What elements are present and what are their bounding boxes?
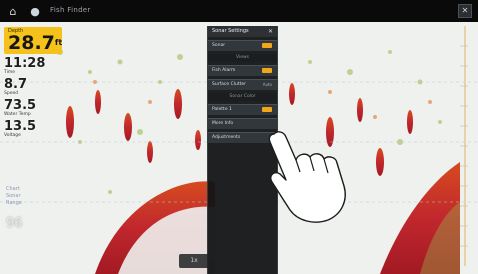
menu-item-value: Auto	[262, 82, 272, 87]
menu-item-surface-clutter[interactable]: Surface Clutter Auto	[208, 79, 277, 90]
range-line: Chart	[6, 186, 20, 192]
menu-item-label: More Info	[212, 121, 234, 126]
menu-item-label: Palette 1	[212, 107, 232, 112]
toggle-switch[interactable]	[262, 107, 272, 112]
top-bar: ⌂ ● Fish Finder ✕	[0, 0, 478, 22]
menu-section-color: Sonar Color	[208, 93, 277, 101]
menu-item-label: Sonar	[212, 43, 226, 48]
menu-section-views: Views	[208, 54, 277, 62]
time-readout: 11:28 Time	[4, 57, 62, 75]
voltage-value: 13.5	[4, 119, 37, 134]
depth-value: 28.7ft	[8, 32, 63, 54]
hand-pointer-icon	[268, 131, 346, 223]
depth-scale-ticks	[460, 45, 468, 247]
menu-item-fish-alarm[interactable]: Fish Alarm	[208, 65, 277, 76]
bottom-depth: 96	[6, 216, 23, 231]
data-overlay: Depth 28.7ft 11:28 Time 8.7 Speed 73.5 W…	[4, 27, 62, 138]
app-title: Fish Finder	[50, 6, 91, 14]
home-icon[interactable]: ⌂	[6, 4, 20, 18]
menu-item-sonar[interactable]: Sonar	[208, 40, 277, 51]
close-icon[interactable]: ✕	[458, 4, 472, 18]
time-value: 11:28	[4, 56, 46, 71]
pin-icon[interactable]: ●	[28, 4, 42, 18]
menu-item-label: Adjustments	[212, 135, 241, 140]
screen: ⌂ ● Fish Finder ✕ Depth 28.7ft 11:28 Tim…	[0, 0, 478, 274]
speed-value: 8.7	[4, 77, 28, 92]
voltage-readout: 13.5 Voltage	[4, 120, 62, 138]
close-icon[interactable]: ✕	[268, 26, 273, 37]
speed-label: Speed	[4, 91, 19, 96]
toggle-switch[interactable]	[262, 43, 272, 48]
menu-item-label: Fish Alarm	[212, 68, 236, 73]
menu-title: Sonar Settings	[212, 28, 249, 34]
speed-readout: 8.7 Speed	[4, 78, 62, 96]
range-line: Sonar	[6, 193, 21, 199]
temp-value: 73.5	[4, 98, 37, 113]
toggle-switch[interactable]	[262, 68, 272, 73]
menu-header: Sonar Settings ✕	[208, 26, 277, 37]
menu-item-label: Surface Clutter	[212, 82, 246, 87]
range-line: Range	[6, 200, 22, 206]
temp-readout: 73.5 Water Temp	[4, 99, 62, 117]
zoom-control[interactable]: 1x	[179, 254, 209, 268]
menu-item-palette[interactable]: Palette 1	[208, 104, 277, 115]
depth-readout: Depth 28.7ft	[4, 27, 62, 54]
